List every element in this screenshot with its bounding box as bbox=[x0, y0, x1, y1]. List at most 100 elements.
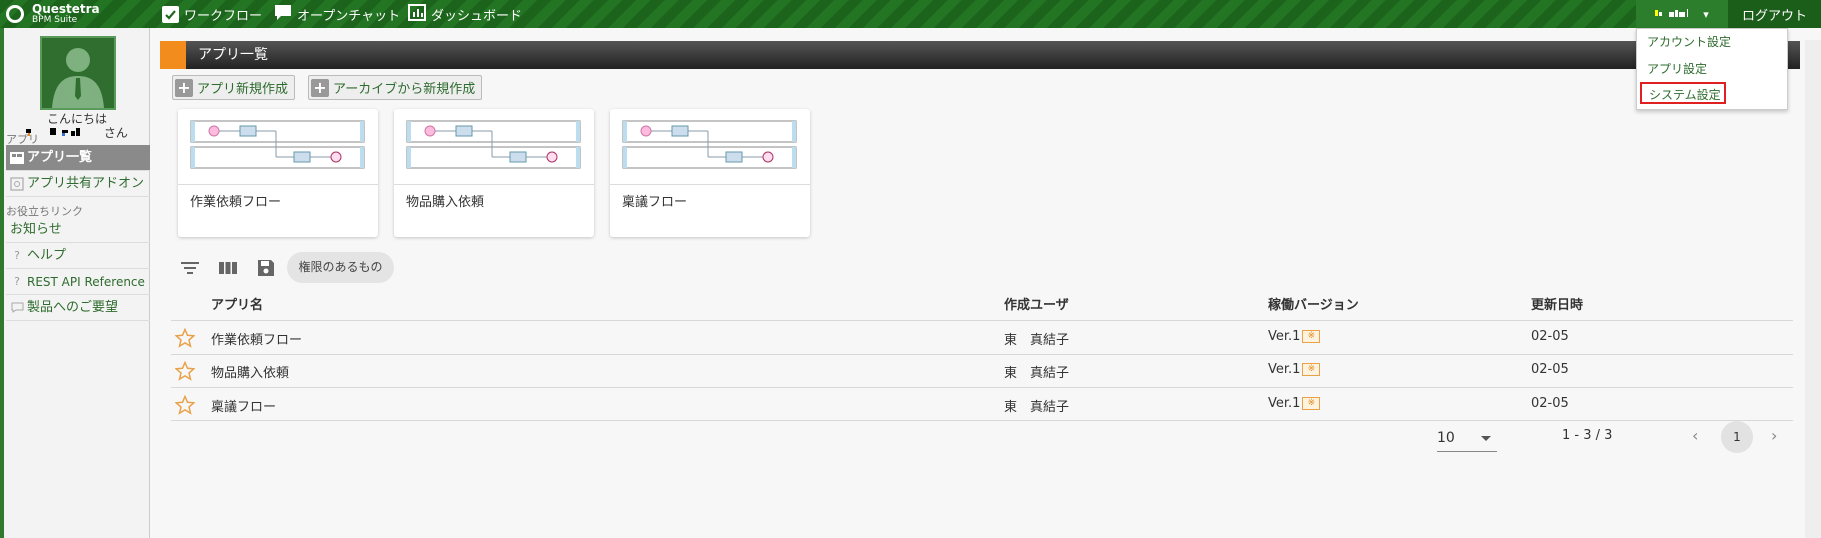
new-app-button[interactable]: + アプリ新規作成 bbox=[172, 75, 296, 100]
sidebar-item-help[interactable]: ? ヘルプ bbox=[6, 243, 150, 269]
table-row[interactable]: 作業依頼フロー 東 真結子 Ver.1 ※ 02-05 bbox=[171, 321, 1793, 354]
card-title: 稟議フロー bbox=[622, 195, 688, 210]
creator-cell: 東 真結子 bbox=[1004, 400, 1070, 415]
questetra-logo[interactable]: Questetra BPM Suite bbox=[6, 3, 146, 27]
page-title-bar: アプリ一覧 bbox=[160, 41, 1800, 69]
updated-cell: 02-05 bbox=[1531, 362, 1569, 377]
page-title: アプリ一覧 bbox=[198, 47, 268, 63]
permission-filter-chip[interactable]: 権限のあるもの bbox=[287, 252, 394, 283]
plus-icon: + bbox=[175, 78, 193, 97]
card-divider bbox=[178, 184, 378, 185]
new-from-archive-button[interactable]: + アーカイブから新規作成 bbox=[308, 75, 483, 100]
menu-item-account-settings[interactable]: アカウント設定 bbox=[1647, 31, 1731, 53]
sidebar-item-app-addon[interactable]: アプリ共有アドオン bbox=[6, 171, 150, 197]
user-avatar-small-icon bbox=[1655, 8, 1699, 21]
flow-diagram-thumbnail bbox=[406, 120, 581, 169]
version-cell: Ver.1 ※ bbox=[1268, 396, 1321, 411]
updated-cell: 02-05 bbox=[1531, 329, 1569, 344]
app-name-cell[interactable]: 稟議フロー bbox=[211, 396, 276, 415]
rows-per-page-select[interactable]: 10 bbox=[1437, 426, 1497, 452]
table-row[interactable]: 物品購入依頼 東 真結子 Ver.1 ※ 02-05 bbox=[171, 354, 1793, 387]
version-badge-icon: ※ bbox=[1302, 397, 1321, 410]
version-text: Ver.1 bbox=[1268, 396, 1301, 411]
flow-diagram-thumbnail bbox=[190, 120, 365, 169]
column-header-updated[interactable]: 更新日時 bbox=[1531, 294, 1583, 313]
user-menu-toggle[interactable]: ▾ bbox=[1636, 0, 1728, 28]
person-silhouette-icon bbox=[52, 48, 104, 108]
greeting-text: こんにちは bbox=[46, 112, 107, 126]
sidebar-item-rest-api[interactable]: ? REST API Reference bbox=[6, 269, 150, 295]
table-row[interactable]: 稟議フロー 東 真結子 Ver.1 ※ 02-05 bbox=[171, 388, 1793, 421]
version-cell: Ver.1 ※ bbox=[1268, 362, 1321, 377]
app-name-cell[interactable]: 作業依頼フロー bbox=[211, 329, 302, 348]
sidebar-item-label: REST API Reference bbox=[27, 274, 145, 289]
nav-open-chat[interactable]: オープンチャット bbox=[274, 0, 400, 28]
card-title: 物品購入依頼 bbox=[406, 195, 485, 210]
feedback-icon bbox=[10, 301, 24, 315]
addon-icon bbox=[10, 176, 24, 191]
chevron-down-icon bbox=[1481, 436, 1491, 441]
next-page-button[interactable]: › bbox=[1771, 426, 1777, 445]
sidebar-item-label: アプリ共有アドオン bbox=[27, 175, 145, 191]
new-from-archive-label: アーカイブから新規作成 bbox=[333, 82, 476, 97]
sidebar-item-app-list[interactable]: アプリ一覧 bbox=[6, 145, 150, 171]
save-icon[interactable] bbox=[255, 257, 277, 279]
plus-icon: + bbox=[311, 78, 329, 97]
sidebar-item-news[interactable]: お知らせ bbox=[6, 217, 150, 243]
column-header-app-name[interactable]: アプリ名 bbox=[211, 294, 263, 313]
app-name-cell[interactable]: 物品購入依頼 bbox=[211, 362, 289, 381]
sidebar-item-label: お知らせ bbox=[10, 221, 62, 237]
star-icon[interactable] bbox=[175, 395, 195, 415]
app-card[interactable]: 物品購入依頼 bbox=[394, 109, 594, 237]
version-text: Ver.1 bbox=[1268, 362, 1301, 377]
help-icon: ? bbox=[14, 248, 20, 262]
user-menu-caret: ▾ bbox=[1703, 7, 1709, 21]
flow-diagram-thumbnail bbox=[622, 120, 797, 169]
app-card[interactable]: 稟議フロー bbox=[610, 109, 810, 237]
logout-button[interactable]: ログアウト bbox=[1728, 0, 1821, 28]
logo-mark-icon bbox=[6, 5, 24, 23]
version-badge-icon: ※ bbox=[1302, 330, 1321, 343]
app-card[interactable]: 作業依頼フロー bbox=[178, 109, 378, 237]
logo-subtext: BPM Suite bbox=[32, 15, 78, 25]
nav-open-chat-label: オープンチャット bbox=[297, 8, 401, 24]
user-dropdown-menu: アカウント設定 アプリ設定 システム設定 bbox=[1636, 28, 1788, 110]
chat-bubble-icon bbox=[274, 4, 292, 25]
page-number-button[interactable]: 1 bbox=[1721, 421, 1753, 453]
table-divider bbox=[171, 420, 1793, 421]
column-header-version[interactable]: 稼働バージョン bbox=[1268, 294, 1359, 313]
pagination-range: 1 - 3 / 3 bbox=[1562, 428, 1613, 443]
column-header-creator[interactable]: 作成ユーザ bbox=[1004, 294, 1069, 313]
sidebar-item-label: 製品へのご要望 bbox=[27, 299, 119, 315]
filter-icon[interactable] bbox=[179, 257, 201, 279]
star-icon[interactable] bbox=[175, 361, 195, 381]
vertical-scrollbar[interactable] bbox=[1805, 40, 1821, 538]
updated-cell: 02-05 bbox=[1531, 396, 1569, 411]
version-badge-icon: ※ bbox=[1302, 363, 1321, 376]
menu-item-system-settings[interactable]: システム設定 bbox=[1640, 82, 1726, 104]
help-icon: ? bbox=[14, 274, 20, 288]
sidebar-item-label: アプリ一覧 bbox=[27, 149, 93, 165]
app-list-icon bbox=[10, 151, 24, 165]
nav-dashboard[interactable]: ダッシュボード bbox=[408, 0, 522, 28]
prev-page-button[interactable]: ‹ bbox=[1692, 426, 1698, 445]
user-avatar[interactable] bbox=[40, 36, 116, 110]
card-title: 作業依頼フロー bbox=[190, 195, 282, 210]
sidebar-item-feedback[interactable]: 製品へのご要望 bbox=[6, 295, 150, 321]
card-divider bbox=[610, 184, 810, 185]
sidebar-item-label: ヘルプ bbox=[27, 247, 67, 263]
new-app-label: アプリ新規作成 bbox=[197, 82, 289, 97]
star-icon[interactable] bbox=[175, 328, 195, 348]
nav-workflow[interactable]: ワークフロー bbox=[162, 0, 262, 28]
columns-icon[interactable] bbox=[217, 257, 239, 279]
dashboard-icon bbox=[408, 3, 426, 25]
rows-per-page-value: 10 bbox=[1437, 430, 1455, 446]
menu-item-app-settings[interactable]: アプリ設定 bbox=[1647, 58, 1707, 80]
title-accent bbox=[160, 41, 186, 69]
checkbox-icon bbox=[162, 5, 179, 23]
version-text: Ver.1 bbox=[1268, 329, 1301, 344]
logo-text: Questetra bbox=[32, 2, 100, 16]
top-bar: Questetra BPM Suite ワークフロー オープンチャット ダッシュ… bbox=[0, 0, 1821, 28]
sidebar: こんにちは さん アプリ アプリ一覧 アプリ共有アドオン お役立ちリンク お知ら… bbox=[0, 28, 150, 538]
nav-dashboard-label: ダッシュボード bbox=[431, 8, 523, 24]
